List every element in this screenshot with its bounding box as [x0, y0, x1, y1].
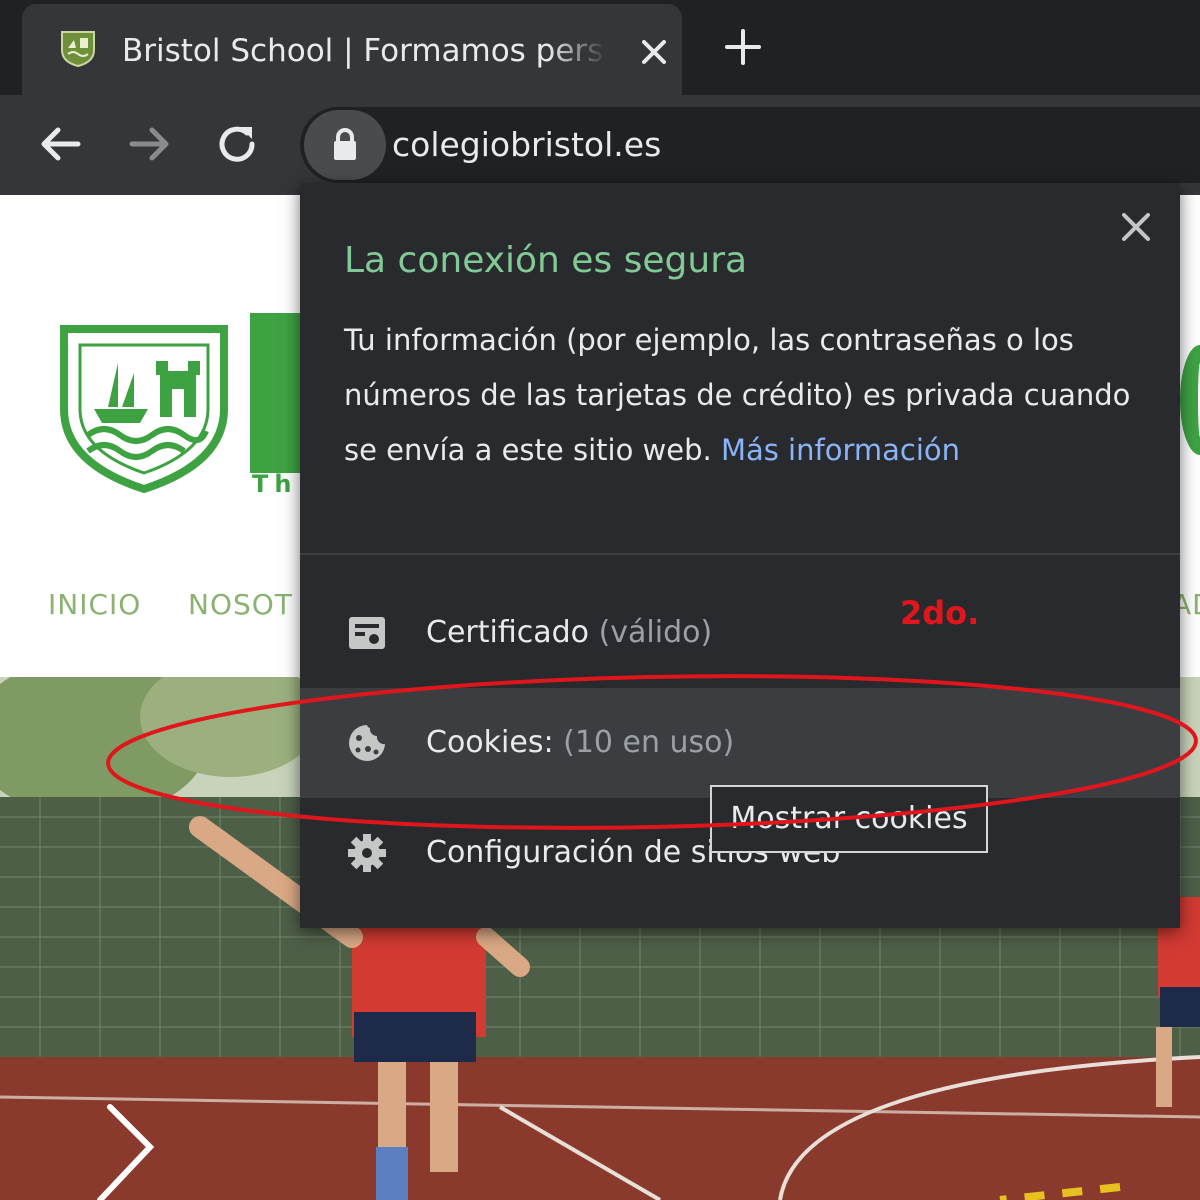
cookies-label: Cookies: (10 en uso): [426, 725, 735, 760]
more-info-link[interactable]: Más información: [721, 433, 960, 467]
certificate-icon: [349, 617, 385, 649]
plus-icon[interactable]: [722, 26, 764, 68]
brand-tagline: Th: [252, 470, 298, 498]
close-icon[interactable]: [634, 32, 674, 72]
tab-strip: Bristol School | Formamos personas: [0, 0, 1200, 95]
show-cookies-tooltip: Mostrar cookies: [710, 785, 988, 853]
brand-wordmark-end: [1180, 345, 1200, 455]
gear-icon: [348, 834, 386, 872]
browser-toolbar: colegiobristol.es: [0, 95, 1200, 195]
cookies-row[interactable]: Cookies: (10 en uso): [300, 688, 1180, 798]
cookie-icon: [349, 725, 385, 761]
reload-icon[interactable]: [212, 119, 262, 169]
tab-title: Bristol School | Formamos personas: [122, 33, 607, 69]
nav-link-inicio[interactable]: INICIO: [48, 588, 141, 621]
lock-icon: [334, 128, 356, 160]
close-icon[interactable]: [1118, 209, 1154, 245]
school-crest-icon: [61, 31, 95, 68]
site-info-button[interactable]: [304, 110, 386, 180]
arrow-right-icon[interactable]: [124, 119, 174, 169]
arrow-left-icon[interactable]: [36, 119, 86, 169]
divider: [300, 553, 1180, 555]
step-annotation: 2do.: [900, 594, 980, 632]
browser-tab[interactable]: Bristol School | Formamos personas: [22, 4, 682, 95]
certificate-label: Certificado (válido): [426, 615, 713, 650]
connection-secure-title: La conexión es segura: [344, 240, 748, 281]
nav-link-nosotros[interactable]: NOSOT: [188, 588, 293, 621]
certificate-row[interactable]: Certificado (válido): [300, 578, 1180, 688]
connection-description: Tu información (por ejemplo, las contras…: [344, 313, 1144, 478]
school-crest-logo: [60, 325, 228, 494]
url-text: colegiobristol.es: [392, 125, 662, 164]
screenshot: Bristol School | Formamos personas c: [0, 0, 1200, 1200]
